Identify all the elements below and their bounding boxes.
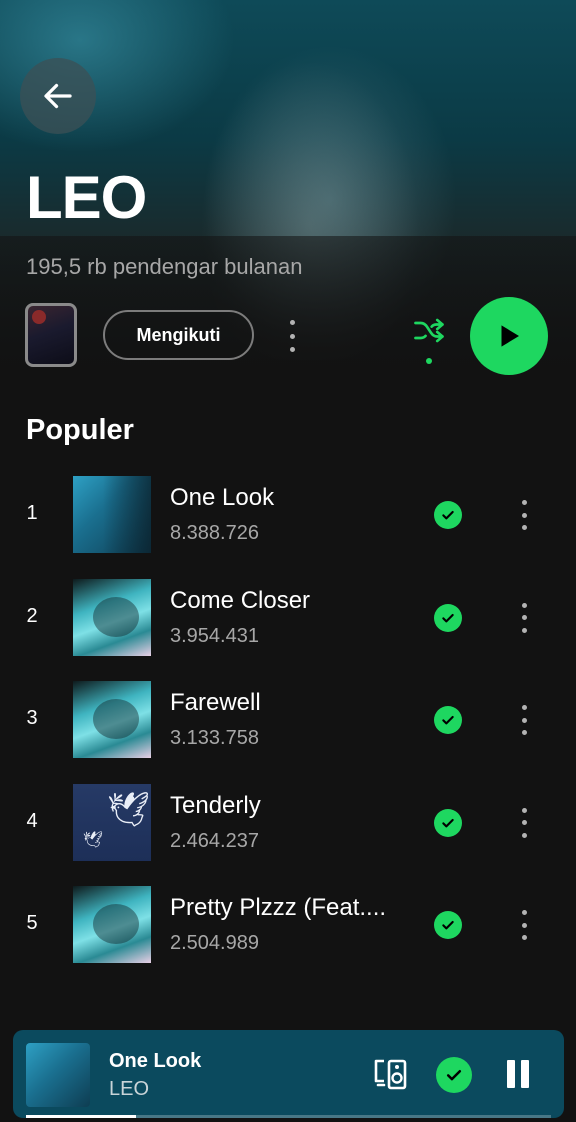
now-playing-bar[interactable]: One Look LEO [13,1030,564,1118]
track-more-button[interactable] [512,805,536,841]
playback-progress-fill [26,1115,137,1118]
portrait [93,699,139,739]
check-icon [446,1070,462,1081]
track-row[interactable]: 2 Come Closer 3.954.431 [0,577,576,680]
artist-name: LEO [26,164,147,231]
track-cover [73,681,151,758]
track-more-button[interactable] [512,497,536,533]
saved-button[interactable] [436,1057,472,1093]
now-playing-cover [26,1043,90,1107]
dot [521,910,527,915]
dot [521,512,527,518]
arrow-left-icon [44,83,72,109]
shuffle-button[interactable] [404,314,454,364]
dot [521,730,527,735]
track-row[interactable]: 5 Pretty Plzzz (Feat.... 2.504.989 [0,884,576,987]
portrait [103,476,151,553]
play-button[interactable] [470,297,548,375]
track-play-count: 3.133.758 [170,727,259,749]
check-icon [442,613,454,622]
dot [521,615,527,620]
track-title: Farewell [170,689,261,716]
artist-controls: Mengikuti [0,296,576,376]
artist-pick-cover[interactable] [25,303,77,367]
dot [521,500,527,505]
portrait [93,904,139,944]
track-more-button[interactable] [512,907,536,943]
downloaded-check-icon [434,603,462,632]
popular-tracks-list: 1 One Look 8.388.726 2 Come Closer 3.954.431 3… [0,474,576,987]
more-options-button[interactable] [280,316,304,356]
shuffle-active-indicator [426,358,432,364]
track-cover: 🕊 🕊 [73,783,151,861]
downloaded-check-icon [434,911,462,939]
dot [521,935,527,940]
playback-progress[interactable] [26,1115,551,1118]
downloaded-check-icon [434,501,462,529]
popular-section-title: Populer [26,414,134,446]
track-rank: 4 [26,809,38,832]
dot [521,525,527,530]
track-cover [73,886,151,963]
device-speaker-icon [374,1059,407,1090]
track-rank: 1 [26,502,38,524]
track-row[interactable]: 4 🕊 🕊 Tenderly 2.464.237 [0,782,576,885]
track-play-count: 2.464.237 [170,829,259,852]
check-icon [442,510,454,520]
connect-device-button[interactable] [371,1054,411,1094]
downloaded-check-icon [434,808,462,837]
dot [521,627,527,633]
play-icon [501,325,519,347]
dot [521,807,527,813]
check-icon [442,920,454,930]
dot [521,820,527,825]
track-row[interactable]: 1 One Look 8.388.726 [0,474,576,577]
downloaded-check-icon [434,706,462,734]
track-play-count: 8.388.726 [170,522,259,544]
now-playing-artist: LEO [109,1078,150,1100]
pause-icon [507,1060,515,1088]
follow-button[interactable]: Mengikuti [103,310,254,360]
dove-icon: 🕊 [83,831,104,849]
dot [521,922,527,928]
now-playing-title: One Look [109,1050,202,1072]
dot [521,705,527,710]
track-more-button[interactable] [512,600,536,636]
monthly-listeners: 195,5 rb pendengar bulanan [26,254,303,279]
track-cover [73,476,151,553]
check-icon [442,818,454,827]
dot [521,832,527,838]
dove-icon: 🕊 [107,790,151,829]
track-title: Come Closer [170,586,311,614]
track-title: Tenderly [170,791,261,819]
track-play-count: 3.954.431 [170,624,259,647]
portrait [93,596,139,637]
track-rank: 3 [26,707,38,729]
dot [521,717,527,723]
back-button[interactable] [20,58,96,134]
track-rank: 5 [26,912,38,934]
shuffle-icon [414,318,444,343]
check-icon [442,715,454,725]
dot [289,333,295,339]
track-title: Pretty Plzzz (Feat.... [170,894,387,921]
pause-icon-bar [521,1060,529,1088]
track-more-button[interactable] [512,702,536,738]
pause-button[interactable] [503,1058,533,1090]
track-title: One Look [170,484,275,511]
track-row[interactable]: 3 Farewell 3.133.758 [0,679,576,782]
track-cover [73,578,151,656]
track-play-count: 2.504.989 [170,932,259,954]
track-rank: 2 [26,604,38,627]
dot [521,602,527,608]
dot [289,347,295,352]
dot [289,320,295,325]
